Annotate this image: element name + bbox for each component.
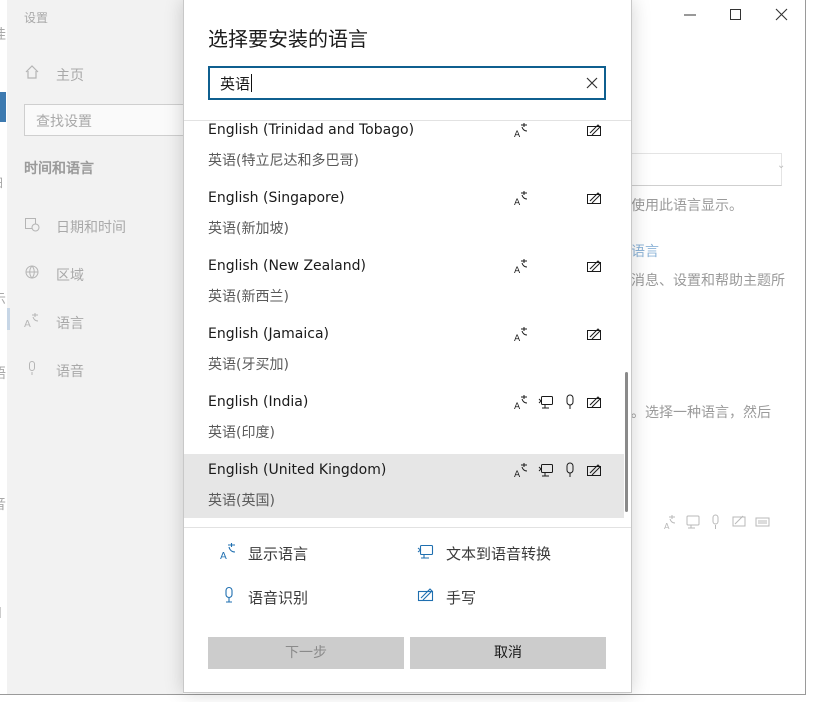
nav-selection-indicator [7,308,10,330]
display-language-icon: A [514,190,530,206]
left-edge-fragment: 语 [0,363,6,383]
svg-text:A: A [220,551,227,560]
window-title: 设置 [24,11,49,25]
handwriting-icon [586,326,602,342]
chevron-down-icon: ⌄ [777,160,786,171]
nav-item-date-time[interactable]: 日期和时间 [56,217,126,237]
language-native-name: 英语(印度) [208,425,275,441]
handwriting-icon [586,462,602,478]
left-edge-fragment: 挂 [0,24,6,44]
language-name: English (India) [208,394,309,410]
legend-display-language: 显示语言 [248,545,309,563]
left-edge-fragment: l [0,606,2,622]
display-language-icon: A [514,394,530,410]
handwriting-icon [586,122,602,138]
calendar-clock-icon [24,216,40,232]
language-native-name: 英语(新加坡) [208,221,289,237]
nav-item-speech[interactable]: 语音 [56,361,84,381]
nav-item-region[interactable]: 区域 [56,265,84,285]
language-icon: A [24,312,40,328]
handwriting-icon [417,586,435,604]
language-native-name: 英语(英国) [208,493,275,509]
window-bottom-border [0,694,806,695]
language-row[interactable]: English (Jamaica) 英语(牙买加) A [184,318,624,386]
display-language-icon: A [514,258,530,274]
language-feature-icons-row: A [663,514,773,530]
settings-search-placeholder: 查找设置 [36,114,92,130]
close-icon[interactable] [775,8,789,22]
legend-divider [184,527,631,528]
dialog-title: 选择要安装的语言 [208,27,368,51]
section-title: 时间和语言 [24,161,94,177]
language-native-name: 英语(新西兰) [208,289,289,305]
speech-recognition-icon [220,586,238,604]
right-text-choose: 。选择一种语言，然后 [631,405,771,421]
clear-search-icon[interactable] [583,74,601,92]
language-name: English (Trinidad and Tobago) [208,122,415,138]
legend-text-to-speech: 文本到语音转换 [446,545,552,563]
legend-speech-recognition: 语音识别 [248,589,309,607]
language-name: English (Jamaica) [208,326,330,342]
language-row[interactable]: English (Singapore) 英语(新加坡) A [184,182,624,250]
legend-handwriting: 手写 [446,589,477,607]
display-language-icon: A [514,326,530,342]
display-language-icon: A [514,122,530,138]
language-name: English (Singapore) [208,190,345,206]
text-to-speech-icon [417,542,435,560]
speech-recognition-icon [562,394,578,410]
home-label[interactable]: 主页 [56,65,84,85]
home-icon[interactable] [24,64,40,80]
speech-recognition-icon [562,462,578,478]
svg-text:A: A [24,319,31,328]
right-language-link[interactable]: 语言 [631,241,659,261]
left-edge-fragment: 示 [0,289,6,309]
left-edge-fragment: 音 [0,494,6,514]
handwriting-icon [586,258,602,274]
svg-text:A: A [514,198,521,206]
left-edge-accent [0,92,6,122]
handwriting-icon [586,190,602,206]
svg-text:A: A [514,470,521,478]
handwriting-icon [586,394,602,410]
settings-search-input[interactable]: 查找设置 [24,104,185,136]
maximize-icon[interactable] [729,8,743,22]
language-search-value: 英语 [220,75,251,93]
svg-text:A: A [664,522,670,530]
svg-text:A: A [514,334,521,342]
list-scrollbar[interactable] [625,372,628,512]
language-search-input[interactable]: 英语 [208,66,606,100]
text-to-speech-icon [538,462,554,478]
next-button[interactable]: 下一步 [208,637,404,669]
language-name: English (United Kingdom) [208,462,387,478]
language-native-name: 英语(特立尼达和多巴哥) [208,153,359,169]
svg-text:A: A [514,130,521,138]
left-edge-fragment: 日 [0,174,4,191]
svg-text:A: A [514,266,521,274]
language-native-name: 英语(牙买加) [208,357,289,373]
svg-text:A: A [514,402,521,410]
window-border [805,0,806,694]
text-caret [251,74,252,92]
language-row[interactable]: English (New Zealand) 英语(新西兰) A [184,250,624,318]
display-language-icon: A [220,542,238,560]
language-row[interactable]: English (Trinidad and Tobago) 英语(特立尼达和多巴哥… [184,121,624,182]
text-to-speech-icon [538,394,554,410]
cancel-button[interactable]: 取消 [410,637,606,669]
right-text-display: 使用此语言显示。 [631,198,743,214]
language-list[interactable]: English (Trinidad and Tobago) 英语(特立尼达和多巴哥… [184,121,631,518]
display-language-dropdown[interactable] [631,153,782,186]
microphone-icon [24,360,40,376]
right-text-messages: 消息、设置和帮助主题所 [631,273,785,289]
language-name: English (New Zealand) [208,258,366,274]
choose-language-dialog: 选择要安装的语言 英语 English (Trinidad and Tobago… [183,0,632,693]
nav-item-language[interactable]: 语言 [56,313,84,333]
language-row[interactable]: English (United Kingdom) 英语(英国) A [184,454,624,518]
display-language-icon: A [514,462,530,478]
language-row[interactable]: English (India) 英语(印度) A [184,386,624,454]
globe-icon [24,264,40,280]
minimize-icon[interactable] [683,8,697,22]
